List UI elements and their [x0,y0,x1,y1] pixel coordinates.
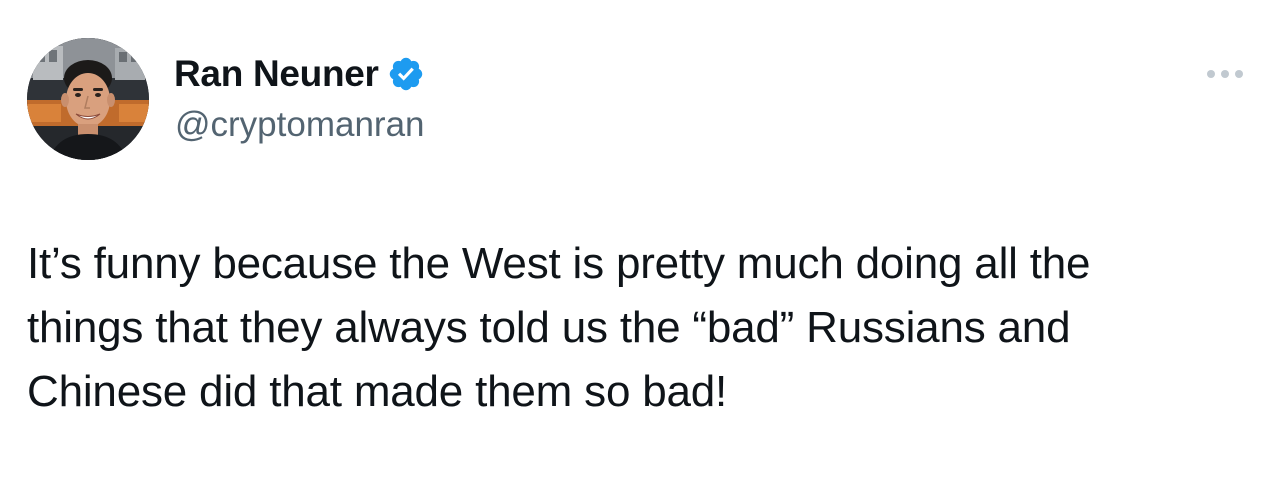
tweet-text-line: It’s funny because the West is pretty mu… [27,239,1091,288]
more-horizontal-icon [1221,70,1229,78]
author-handle[interactable]: @cryptomanran [175,104,425,146]
more-options-button[interactable] [1200,60,1250,88]
more-horizontal-icon [1207,70,1215,78]
tweet-card: Ran Neuner @cryptomanran It’s funny beca… [0,0,1280,482]
more-horizontal-icon [1235,70,1243,78]
author-display-name[interactable]: Ran Neuner [174,52,379,96]
avatar[interactable] [27,38,149,160]
tweet-text-line: things that they always told us the “bad… [27,303,1071,352]
author-name-row[interactable]: Ran Neuner [174,52,425,96]
profile-photo-icon [27,38,149,160]
verified-badge-icon [387,55,425,93]
tweet-text-line: Chinese did that made them so bad! [27,367,728,416]
tweet-text: It’s funny because the West is pretty mu… [27,232,1257,424]
